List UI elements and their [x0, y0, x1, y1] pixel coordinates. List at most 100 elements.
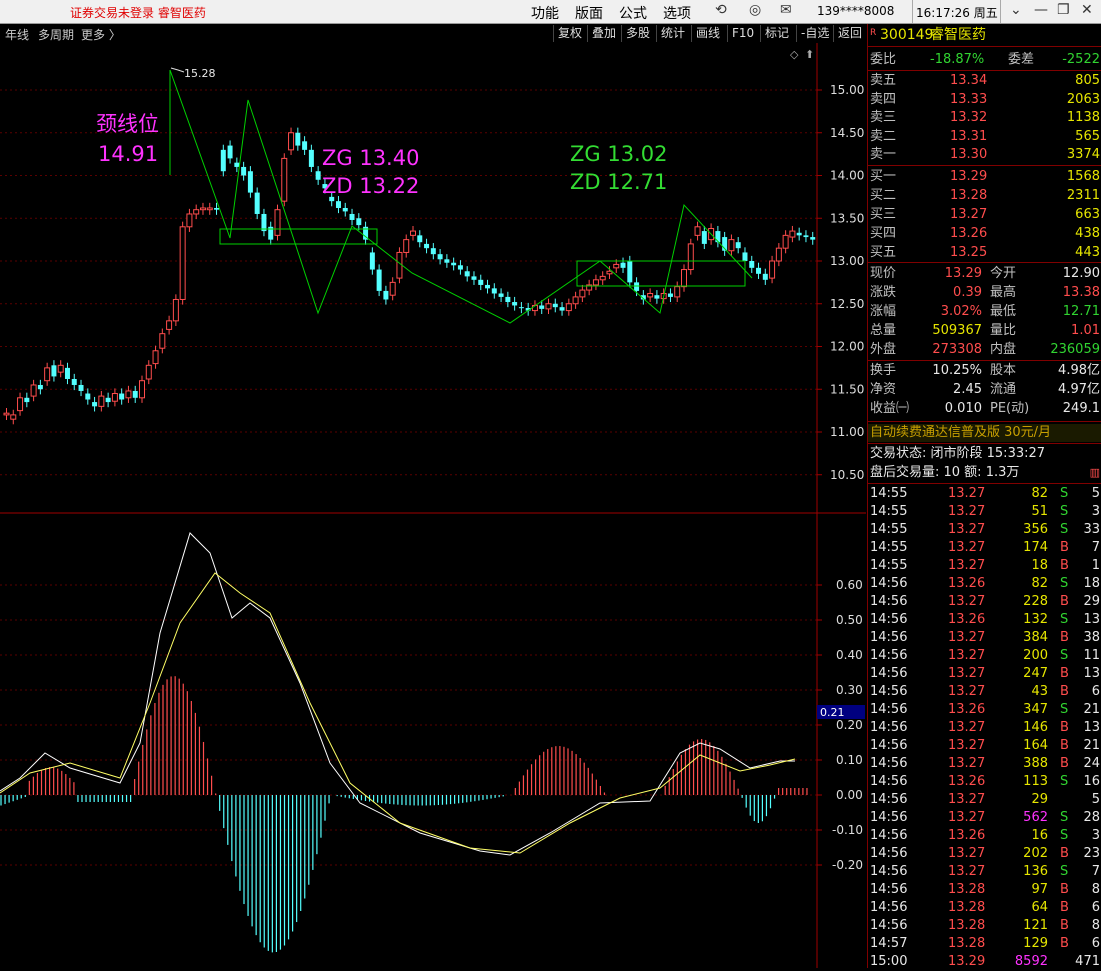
multi-period-tab[interactable]: 多周期 [38, 26, 74, 43]
quote-panel: R 300149 睿智医药 委比 -18.87% 委差 -2522 卖五 13.3… [867, 24, 1101, 971]
candle-body [491, 288, 497, 294]
candle-body [810, 237, 816, 240]
tick-volume: 136 [1023, 864, 1048, 879]
stock-code: 300149 [880, 27, 934, 43]
candle-body [78, 384, 84, 391]
ask-label: 卖二 [870, 128, 897, 144]
chevron-down-icon[interactable]: ⌄ [1010, 2, 1022, 18]
refresh-icon[interactable]: ⟲ [715, 2, 727, 18]
mail-icon[interactable]: ✉ [780, 2, 792, 18]
candle-body [166, 320, 173, 330]
minimize-icon[interactable]: — [1034, 2, 1048, 18]
tick-count: 7 [1091, 540, 1100, 555]
broadcast-icon[interactable]: ◎ [749, 2, 761, 18]
bid-row[interactable]: 买四 13.26 438 [868, 225, 1101, 243]
mark-button[interactable]: 标记 [760, 25, 793, 42]
tick-volume: 16 [1031, 828, 1048, 843]
macd-tick-label: -0.20 [832, 858, 863, 872]
draw-line-button[interactable]: 画线 [691, 25, 724, 42]
ask-row[interactable]: 卖一 13.30 3374 [868, 146, 1101, 164]
ask-row[interactable]: 卖二 13.31 565 [868, 128, 1101, 146]
candle-body [444, 259, 450, 263]
ask-row[interactable]: 卖五 13.34 805 [868, 72, 1101, 90]
chart-grid [0, 89, 817, 866]
tick-volume: 562 [1023, 810, 1048, 825]
period-year-tab[interactable]: 年线 [5, 26, 29, 43]
tick-side: B [1060, 900, 1069, 915]
candle-body [634, 282, 640, 291]
tick-count: 29 [1083, 594, 1100, 609]
tick-row: 14:56 13.26 132 S 13 [868, 611, 1101, 629]
quote-label: 总量 [870, 323, 897, 338]
close-icon[interactable]: ✕ [1081, 2, 1093, 18]
tick-price: 13.26 [948, 774, 986, 789]
tick-row: 14:56 13.28 121 B 8 [868, 917, 1101, 935]
tick-side: S [1060, 828, 1069, 843]
candle-body [179, 226, 186, 300]
candle-body [478, 279, 484, 285]
bar-chart-icon[interactable]: ▥ [1090, 464, 1100, 482]
fund-value: 4.97亿 [1058, 382, 1100, 397]
stats-button[interactable]: 统计 [656, 25, 689, 42]
tick-side: B [1060, 630, 1069, 645]
tick-price: 13.27 [948, 756, 986, 771]
macd-tick-label: 0.60 [836, 578, 863, 592]
candle-body [715, 231, 721, 243]
promo-banner[interactable]: 自动续费通达信普及版 30元/月 [868, 424, 1101, 442]
tick-side: B [1060, 936, 1069, 951]
stock-name: 睿智医药 [930, 27, 986, 43]
candle-body [152, 350, 159, 365]
candle-body [308, 149, 314, 167]
more-tab[interactable]: 更多 〉 [81, 26, 121, 43]
f10-button[interactable]: F10 [727, 25, 758, 42]
candle-body [3, 412, 10, 416]
ask-label: 卖五 [870, 73, 897, 88]
tick-count: 16 [1083, 774, 1100, 789]
overlay-button[interactable]: 叠加 [587, 25, 620, 42]
tick-time: 14:56 [870, 882, 908, 897]
bid-row[interactable]: 买三 13.27 663 [868, 206, 1101, 224]
candle-body [10, 414, 17, 420]
quote-label: 内盘 [990, 342, 1017, 357]
pivot-zone-1 [219, 228, 378, 245]
restore-icon[interactable]: ❐ [1057, 2, 1070, 18]
menu-formula[interactable]: 公式 [619, 3, 647, 23]
menu-options[interactable]: 选项 [663, 3, 691, 23]
back-button[interactable]: 返回 [833, 25, 866, 42]
candle-body [430, 248, 436, 255]
menu-function[interactable]: 功能 [531, 3, 559, 23]
tick-time: 14:56 [870, 918, 908, 933]
promo-text[interactable]: 自动续费通达信普及版 30元/月 [870, 424, 1051, 442]
bid-price: 13.25 [950, 245, 988, 260]
tick-volume: 202 [1023, 846, 1048, 861]
adjust-button[interactable]: 复权 [553, 25, 586, 42]
tick-count: 13 [1083, 666, 1100, 681]
candle-body [579, 289, 586, 298]
kline-chart[interactable]: ◇ ⬆ 15.0014.5014.0013.5013.0012.5012.001… [0, 43, 866, 968]
ask-row[interactable]: 卖三 13.32 1138 [868, 109, 1101, 127]
macd-tick-label: 0.50 [836, 613, 863, 627]
candle-body [214, 207, 220, 210]
macd-tick-label: 0.40 [836, 648, 863, 662]
macd-dea-line [0, 572, 796, 854]
account-label[interactable]: 139****8008 [817, 4, 894, 18]
zg-label-2: ZG 13.02 [570, 142, 667, 166]
tick-time: 14:56 [870, 900, 908, 915]
tick-row: 15:00 13.29 8592 471 [868, 953, 1101, 971]
bid-row[interactable]: 买五 13.25 443 [868, 244, 1101, 262]
candle-body [498, 293, 504, 297]
tick-price: 13.27 [948, 720, 986, 735]
candle-body [281, 157, 288, 202]
multi-stock-button[interactable]: 多股 [621, 25, 654, 42]
candle-body [85, 393, 91, 400]
bid-row[interactable]: 买二 13.28 2311 [868, 187, 1101, 205]
menu-layout[interactable]: 版面 [575, 3, 603, 23]
quote-value: 509367 [932, 323, 982, 338]
tick-price: 13.27 [948, 540, 986, 555]
bid-row[interactable]: 买一 13.29 1568 [868, 168, 1101, 186]
ask-row[interactable]: 卖四 13.33 2063 [868, 91, 1101, 109]
watchlist-button[interactable]: -自选 [796, 25, 833, 42]
tick-volume: 200 [1023, 648, 1048, 663]
tick-time: 14:55 [870, 522, 908, 537]
tick-volume: 347 [1023, 702, 1048, 717]
